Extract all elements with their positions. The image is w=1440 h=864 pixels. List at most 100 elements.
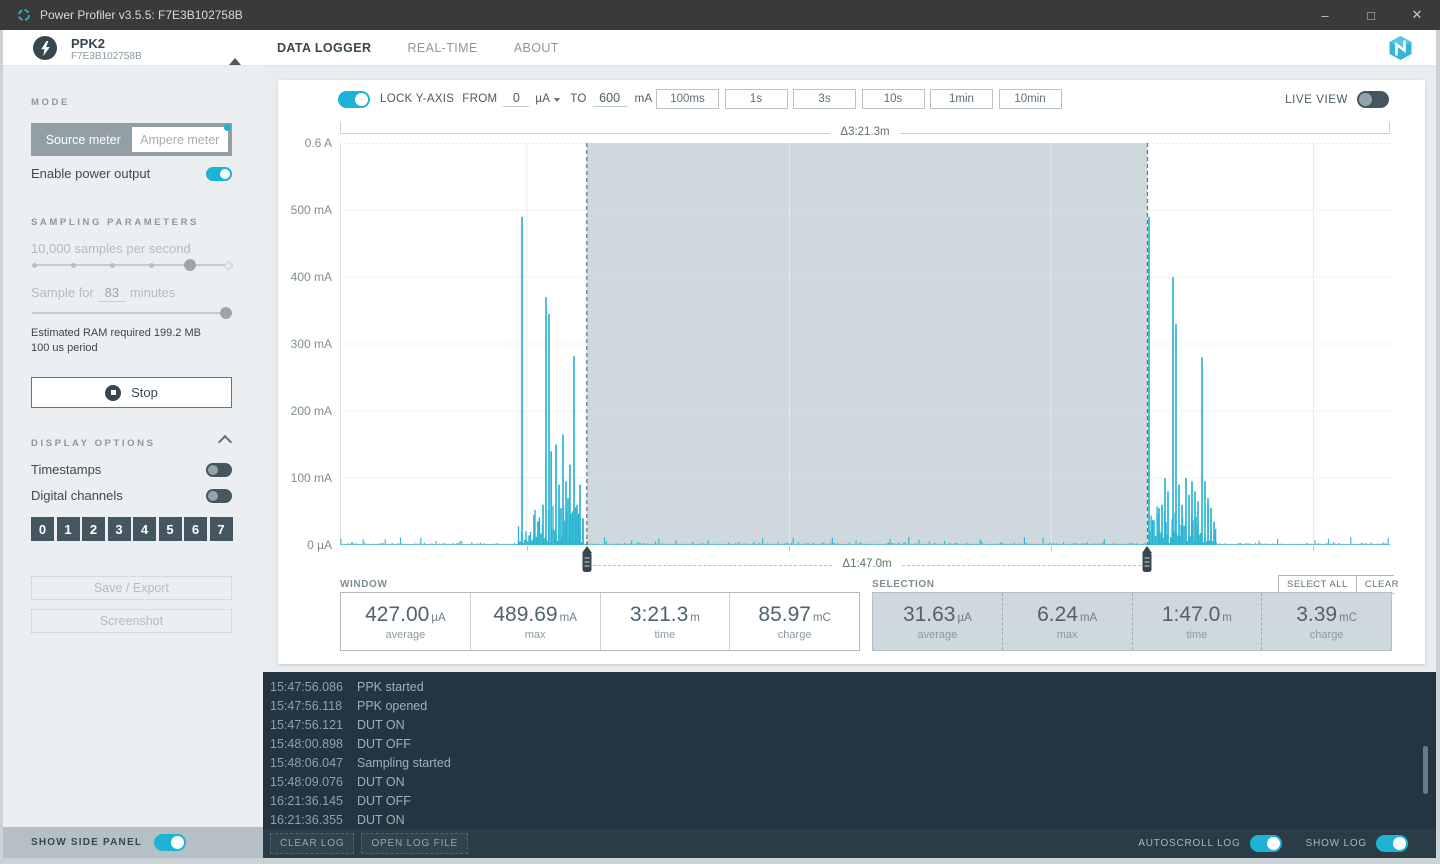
sample-duration-slider[interactable] xyxy=(32,307,232,319)
from-unit-label: µA xyxy=(535,93,550,105)
lock-y-axis-label: LOCK Y-AXIS xyxy=(380,93,454,105)
selection-right-handle[interactable] xyxy=(1141,546,1153,574)
show-side-panel-label: SHOW SIDE PANEL xyxy=(31,837,142,848)
window-frame-bottom xyxy=(0,858,1440,864)
clear-selection-button[interactable]: CLEAR xyxy=(1356,576,1407,593)
channel-button-6[interactable]: 6 xyxy=(184,517,207,541)
show-log-label: SHOW LOG xyxy=(1306,838,1367,849)
chart-card: LOCK Y-AXIS FROM µA TO mA 100ms1s3s10s1m… xyxy=(278,80,1425,664)
channel-button-4[interactable]: 4 xyxy=(133,517,156,541)
clear-log-button[interactable]: CLEAR LOG xyxy=(270,833,354,854)
collapse-chevron-icon[interactable] xyxy=(218,435,232,449)
stop-button-label: Stop xyxy=(131,385,158,400)
x-axis-tick xyxy=(1313,546,1314,551)
x-axis-tick xyxy=(1051,546,1052,551)
ampere-meter-badge xyxy=(224,124,231,131)
tab-real-time[interactable]: REAL-TIME xyxy=(407,41,477,55)
log-entry: 15:48:00.898DUT OFF xyxy=(263,735,1436,754)
zoom-button-10min[interactable]: 10min xyxy=(999,89,1062,109)
tab-about[interactable]: ABOUT xyxy=(514,41,559,55)
window-delta-bracket: Δ3:21.3m xyxy=(340,127,1390,139)
current-chart[interactable] xyxy=(340,143,1390,545)
lock-y-axis-toggle[interactable] xyxy=(338,91,370,108)
device-name[interactable]: PPK2 xyxy=(71,36,105,51)
show-side-panel-toggle[interactable] xyxy=(154,834,186,851)
log-entry-time: 15:48:00.898 xyxy=(270,735,357,754)
zoom-button-10s[interactable]: 10s xyxy=(862,89,925,109)
minimize-button[interactable]: – xyxy=(1302,0,1348,30)
app-header: PPK2 F7E3B102758B DATA LOGGER REAL-TIME … xyxy=(0,30,1440,66)
selection-average-cell: 31.63µAaverage xyxy=(873,593,1002,650)
zoom-button-3s[interactable]: 3s xyxy=(793,89,856,109)
log-entry: 15:48:09.076DUT ON xyxy=(263,773,1436,792)
selection-time-value: 1:47.0m xyxy=(1162,603,1232,627)
y-axis-tick: 500 mA xyxy=(278,202,332,218)
eject-device-icon[interactable] xyxy=(229,41,243,59)
show-log-toggle[interactable] xyxy=(1376,835,1408,852)
log-entries: 15:47:56.086PPK started15:47:56.118PPK o… xyxy=(263,678,1436,829)
log-panel: 15:47:56.086PPK started15:47:56.118PPK o… xyxy=(263,672,1436,829)
ampere-meter-option[interactable]: Ampere meter xyxy=(132,127,229,152)
samples-per-second-slider[interactable] xyxy=(32,259,232,271)
duration-slider-thumb[interactable] xyxy=(220,307,232,319)
stop-button[interactable]: Stop xyxy=(31,377,232,408)
time-window-buttons: 100ms 1s3s 10s1min 10min xyxy=(656,89,1062,109)
samples-slider-thumb[interactable] xyxy=(184,259,196,271)
source-meter-option[interactable]: Source meter xyxy=(35,127,132,152)
open-log-file-button[interactable]: OPEN LOG FILE xyxy=(361,833,468,854)
samples-per-second-label: 10,000 samples per second xyxy=(31,241,191,256)
y-axis-tick: 400 mA xyxy=(278,269,332,285)
live-view-toggle[interactable] xyxy=(1357,91,1389,108)
y-axis-tick: 200 mA xyxy=(278,403,332,419)
selection-left-handle[interactable] xyxy=(581,546,593,574)
zoom-button-1s[interactable]: 1s xyxy=(725,89,788,109)
window-time-cell: 3:21.3mtime xyxy=(600,593,730,650)
log-entry-time: 15:47:56.118 xyxy=(270,697,357,716)
window-average-label: average xyxy=(385,629,425,641)
select-all-button[interactable]: SELECT ALL xyxy=(1279,576,1356,593)
sampling-section-label: SAMPLING PARAMETERS xyxy=(31,217,199,228)
y-to-input[interactable] xyxy=(593,91,627,107)
log-scrollbar[interactable] xyxy=(1423,746,1428,794)
selection-average-value: 31.63µA xyxy=(903,603,972,627)
mode-selector: Source meter Ampere meter xyxy=(31,123,232,156)
y-from-input[interactable] xyxy=(503,91,529,107)
tab-data-logger[interactable]: DATA LOGGER xyxy=(277,41,371,55)
nav-tabs: DATA LOGGER REAL-TIME ABOUT xyxy=(277,30,559,66)
channel-button-2[interactable]: 2 xyxy=(82,517,105,541)
sample-period-text: 100 us period xyxy=(31,342,98,354)
zoom-button-100ms[interactable]: 100ms xyxy=(656,89,719,109)
ampere-meter-label: Ampere meter xyxy=(140,133,219,147)
timestamps-toggle[interactable] xyxy=(206,463,232,477)
window-max-cell: 489.69mAmax xyxy=(470,593,600,650)
enable-power-output-toggle[interactable] xyxy=(206,167,232,181)
selection-max-value: 6.24mA xyxy=(1037,603,1097,627)
window-average-cell: 427.00µAaverage xyxy=(341,593,470,650)
log-entry: 15:48:06.047Sampling started xyxy=(263,754,1436,773)
window-charge-value: 85.97mC xyxy=(758,603,830,627)
sample-unit-label: minutes xyxy=(130,285,176,300)
channel-button-5[interactable]: 5 xyxy=(159,517,182,541)
screenshot-button[interactable]: Screenshot xyxy=(31,609,232,633)
window-frame-left xyxy=(0,30,3,864)
app-icon xyxy=(17,8,31,22)
from-unit-caret-icon xyxy=(554,98,560,102)
maximize-button[interactable]: □ xyxy=(1348,0,1394,30)
channel-button-0[interactable]: 0 xyxy=(31,517,54,541)
zoom-button-1min[interactable]: 1min xyxy=(930,89,993,109)
from-unit-dropdown[interactable]: µA xyxy=(535,93,560,105)
y-axis-tick: 300 mA xyxy=(278,336,332,352)
autoscroll-log-toggle[interactable] xyxy=(1250,835,1282,852)
digital-channels-toggle[interactable] xyxy=(206,489,232,503)
channel-button-7[interactable]: 7 xyxy=(210,517,233,541)
channel-button-1[interactable]: 1 xyxy=(57,517,80,541)
digital-channels-label: Digital channels xyxy=(31,488,123,503)
window-max-label: max xyxy=(525,629,546,641)
log-entry-message: PPK opened xyxy=(357,697,427,716)
save-export-button[interactable]: Save / Export xyxy=(31,576,232,600)
channel-button-3[interactable]: 3 xyxy=(108,517,131,541)
sample-minutes-input[interactable]: 83 xyxy=(98,285,126,302)
log-entry-message: DUT ON xyxy=(357,716,405,735)
close-button[interactable]: ✕ xyxy=(1394,0,1440,30)
selection-time-label: time xyxy=(1186,629,1207,641)
